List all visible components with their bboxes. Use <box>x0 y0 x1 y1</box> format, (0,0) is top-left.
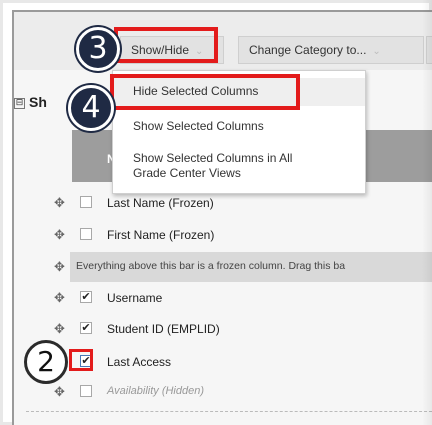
step-2-badge: 2 <box>24 340 68 384</box>
step-3-badge: 3 <box>76 27 120 71</box>
move-handle-icon[interactable]: ✥ <box>54 291 65 306</box>
frozen-column-bar[interactable]: Everything above this bar is a frozen co… <box>70 252 432 282</box>
row-label: Username <box>107 291 163 305</box>
list-item[interactable]: ✥ Last Name (Frozen) <box>40 190 432 218</box>
row-label: Availability (Hidden) <box>107 385 205 397</box>
menu-item-show-selected-columns[interactable]: Show Selected Columns <box>133 119 264 134</box>
highlight-hide-selected <box>110 74 300 110</box>
frozen-note: Everything above this bar is a frozen co… <box>76 260 346 272</box>
move-handle-icon[interactable]: ✥ <box>54 260 65 275</box>
change-category-button[interactable]: Change Category to... ⌄ <box>238 36 424 64</box>
row-checkbox[interactable] <box>80 385 92 397</box>
row-label: Student ID (EMPLID) <box>107 322 220 336</box>
step-4-badge: 4 <box>68 85 114 131</box>
list-item[interactable]: ✥ ✔ Last Access <box>40 349 432 377</box>
row-checkbox[interactable]: ✔ <box>80 322 92 334</box>
row-label: First Name (Frozen) <box>107 228 215 242</box>
row-checkbox[interactable] <box>80 228 92 240</box>
row-label: Last Access <box>107 355 172 369</box>
change-category-label: Change Category to... <box>249 43 367 57</box>
highlight-checkbox <box>69 349 93 371</box>
section-title: Sh <box>29 94 47 110</box>
move-handle-icon[interactable]: ✥ <box>54 385 65 400</box>
move-handle-icon[interactable]: ✥ <box>54 196 65 211</box>
menu-item-show-selected-all-views[interactable]: Show Selected Columns in All Grade Cente… <box>133 151 292 181</box>
list-item[interactable]: ✥ ✔ Username <box>40 285 432 313</box>
frozen-bar-handle[interactable]: ✥ <box>40 254 70 282</box>
collapse-icon[interactable]: ⊟ <box>14 98 25 109</box>
move-handle-icon[interactable]: ✥ <box>54 228 65 243</box>
chevron-down-icon: ⌄ <box>372 46 381 57</box>
row-checkbox[interactable]: ✔ <box>80 291 92 303</box>
row-checkbox[interactable] <box>80 196 92 208</box>
list-item[interactable]: ✥ Availability (Hidden) <box>40 379 432 407</box>
list-item[interactable]: ✥ ✔ Student ID (EMPLID) <box>40 316 432 344</box>
section-divider <box>26 411 432 412</box>
highlight-show-hide <box>114 27 218 63</box>
move-handle-icon[interactable]: ✥ <box>54 322 65 337</box>
panel-shadow <box>422 0 432 425</box>
list-item[interactable]: ✥ First Name (Frozen) <box>40 222 432 250</box>
row-label: Last Name (Frozen) <box>107 196 214 210</box>
